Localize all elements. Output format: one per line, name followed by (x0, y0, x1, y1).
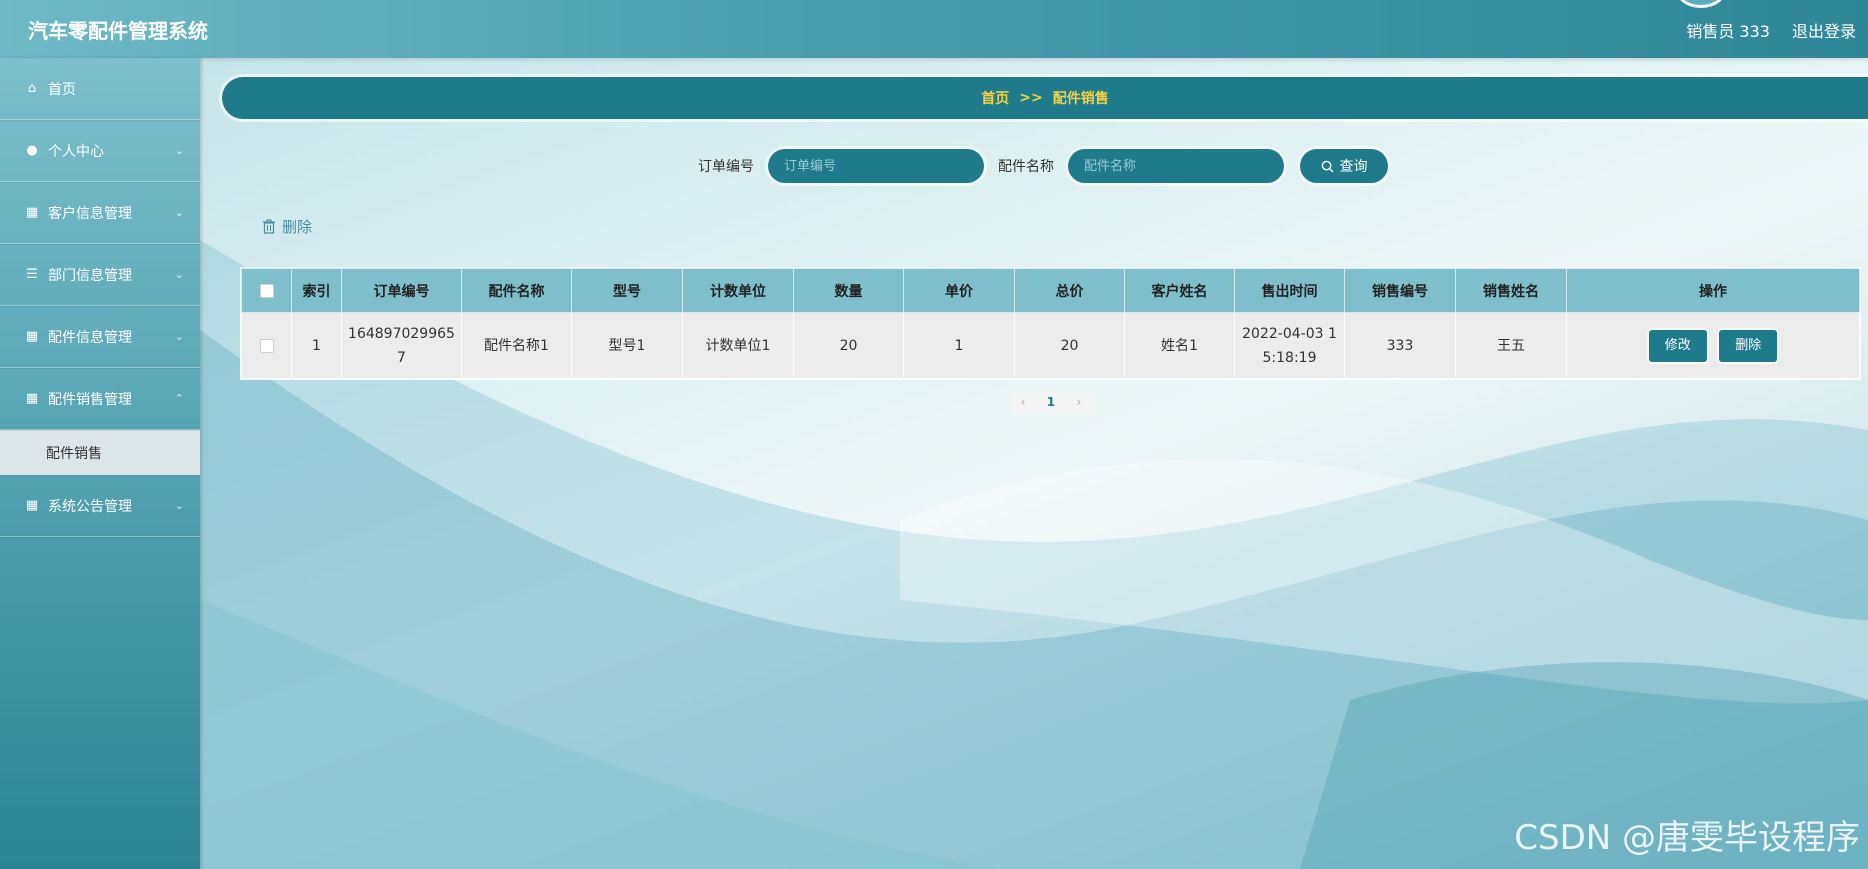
sidebar-item-customer[interactable]: ▦ 客户信息管理 ⌄ (0, 182, 200, 244)
home-icon: ⌂ (27, 81, 37, 96)
cell-actions: 修改 删除 (1566, 312, 1860, 379)
breadcrumb-current: 配件销售 (1052, 91, 1109, 107)
list-icon: ☰ (26, 267, 38, 282)
column-header: 数量 (793, 268, 904, 313)
sidebar-item-department[interactable]: ☰ 部门信息管理 ⌄ (0, 244, 200, 306)
sidebar-item-sales[interactable]: ▦ 配件销售管理 ⌃ (0, 368, 200, 430)
search-button[interactable]: 查询 (1300, 149, 1388, 183)
sidebar-item-label: 系统公告管理 (48, 498, 132, 515)
cell-sold-time: 2022-04-03 15:18:19 (1234, 312, 1345, 379)
table-row: 1 1648970299657 配件名称1 型号1 计数单位1 20 1 20 … (241, 312, 1860, 379)
column-header: 总价 (1014, 268, 1125, 313)
cell-unit: 计数单位1 (682, 312, 794, 379)
cell-qty: 20 (793, 312, 904, 379)
cell-sales-no: 333 (1344, 312, 1456, 379)
sales-table: 索引 订单编号 配件名称 型号 计数单位 数量 单价 总价 客户姓名 售出时间 … (241, 268, 1860, 379)
page-number[interactable]: 1 (1047, 395, 1055, 409)
prev-page-button[interactable]: ‹ (1021, 395, 1026, 409)
background-silk-image (200, 240, 1868, 869)
cell-price: 1 (903, 312, 1015, 379)
column-header: 客户姓名 (1124, 268, 1235, 313)
batch-delete-button[interactable]: 删除 (262, 216, 312, 237)
sidebar-item-profile[interactable]: ● 个人中心 ⌄ (0, 120, 200, 182)
column-header: 计数单位 (682, 268, 794, 313)
search-form: 订单编号 配件名称 查询 (698, 149, 1388, 183)
column-header: 售出时间 (1234, 268, 1345, 313)
sidebar-item-label: 首页 (48, 81, 76, 98)
search-icon (1321, 160, 1334, 173)
cell-part-name: 配件名称1 (461, 312, 572, 379)
cell-index: 1 (291, 312, 342, 379)
chevron-down-icon: ⌄ (174, 330, 184, 343)
chevron-down-icon: ⌄ (174, 206, 184, 219)
part-name-label: 配件名称 (998, 159, 1054, 175)
column-header: 操作 (1566, 268, 1860, 313)
sidebar-subitem-parts-sales[interactable]: 配件销售 (0, 430, 200, 475)
column-header: 单价 (903, 268, 1015, 313)
breadcrumb: 首页 >> 配件销售 (222, 77, 1868, 119)
grid-icon: ▦ (25, 205, 39, 220)
column-header: 配件名称 (461, 268, 572, 313)
cell-model: 型号1 (571, 312, 683, 379)
breadcrumb-home[interactable]: 首页 (981, 88, 1009, 108)
user-icon: ● (26, 143, 38, 158)
cell-total: 20 (1014, 312, 1125, 379)
sidebar-item-announcements[interactable]: ▦ 系统公告管理 ⌄ (0, 475, 200, 537)
grid-icon: ▦ (25, 391, 39, 406)
select-all-checkbox[interactable] (259, 283, 274, 298)
row-select-cell[interactable] (241, 312, 292, 379)
chevron-down-icon: ⌄ (174, 268, 184, 281)
sidebar-item-parts[interactable]: ▦ 配件信息管理 ⌄ (0, 306, 200, 368)
part-name-input[interactable] (1068, 149, 1284, 183)
header-user-area: 销售员 333 退出登录 (1686, 18, 1856, 42)
column-header: 订单编号 (341, 268, 462, 313)
breadcrumb-separator: >> (1019, 90, 1043, 106)
logout-link[interactable]: 退出登录 (1792, 18, 1856, 42)
delete-button[interactable]: 删除 (1719, 329, 1778, 362)
sidebar: ⌂ 首页 ● 个人中心 ⌄ ▦ 客户信息管理 ⌄ ☰ 部门信息管理 ⌄ ▦ 配件… (0, 58, 200, 869)
sidebar-item-label: 部门信息管理 (48, 267, 132, 284)
column-header: 索引 (291, 268, 342, 313)
app-title: 汽车零配件管理系统 (28, 19, 208, 43)
pagination: ‹ 1 › (1010, 391, 1092, 413)
chevron-down-icon: ⌄ (174, 144, 184, 157)
select-all-cell[interactable] (241, 268, 292, 313)
column-header: 销售编号 (1344, 268, 1456, 313)
row-checkbox[interactable] (259, 338, 274, 353)
chevron-down-icon: ⌄ (174, 499, 184, 512)
apps-icon: ▦ (25, 498, 39, 513)
table-header-row: 索引 订单编号 配件名称 型号 计数单位 数量 单价 总价 客户姓名 售出时间 … (241, 268, 1860, 313)
sidebar-item-label: 客户信息管理 (48, 205, 132, 222)
search-button-label: 查询 (1339, 159, 1368, 175)
sidebar-item-home[interactable]: ⌂ 首页 (0, 58, 200, 120)
column-header: 销售姓名 (1455, 268, 1567, 313)
order-no-input[interactable] (768, 149, 984, 183)
top-header: 汽车零配件管理系统 销售员 333 退出登录 (0, 0, 1868, 58)
avatar[interactable] (1676, 0, 1726, 8)
sidebar-item-label: 配件信息管理 (48, 329, 132, 346)
order-no-label: 订单编号 (698, 159, 754, 175)
watermark: CSDN @唐雯毕设程序 (1514, 818, 1860, 858)
sidebar-item-label: 个人中心 (48, 143, 104, 160)
cell-customer: 姓名1 (1124, 312, 1235, 379)
chevron-up-icon: ⌃ (174, 392, 184, 405)
sidebar-item-label: 配件销售管理 (48, 391, 132, 408)
next-page-button[interactable]: › (1076, 395, 1081, 409)
trash-icon (263, 219, 275, 234)
grid-icon: ▦ (25, 329, 39, 344)
batch-delete-label: 删除 (282, 218, 313, 236)
edit-button[interactable]: 修改 (1648, 329, 1707, 362)
cell-order-no: 1648970299657 (341, 312, 462, 379)
column-header: 型号 (571, 268, 683, 313)
current-user-label: 销售员 333 (1686, 22, 1770, 41)
cell-sales-name: 王五 (1455, 312, 1567, 379)
